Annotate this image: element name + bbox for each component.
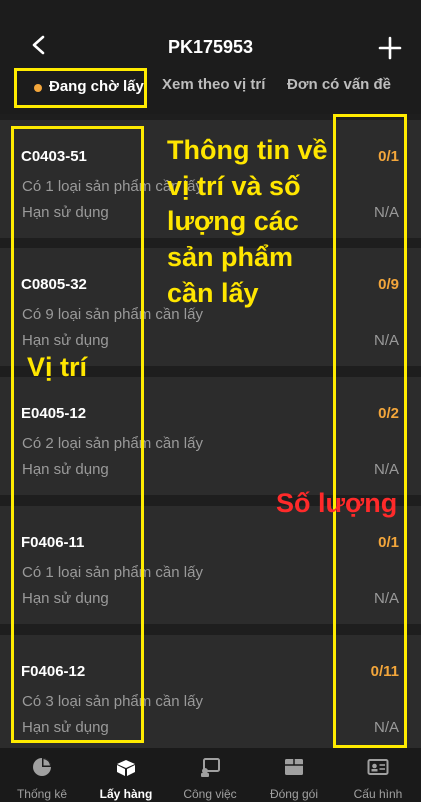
tab-problem-orders[interactable]: Đơn có vấn đề — [287, 76, 391, 93]
task-icon — [201, 758, 220, 777]
nav-tasks[interactable]: Công việc — [168, 748, 252, 802]
tab-pending-label: Đang chờ lấy — [49, 78, 144, 95]
bottom-nav: Thống kê Lấy hàng Công việc Đóng gói Cấu… — [0, 748, 421, 802]
app-header: PK175953 — [0, 0, 421, 68]
nav-statistics[interactable]: Thống kê — [0, 748, 84, 802]
active-dot-icon — [34, 84, 42, 92]
page-title: PK175953 — [167, 37, 254, 57]
nav-settings[interactable]: Cấu hình — [336, 748, 420, 802]
add-icon[interactable] — [378, 36, 402, 60]
nav-packing[interactable]: Đóng gói — [252, 748, 336, 802]
nav-picking[interactable]: Lấy hàng — [84, 748, 168, 802]
nav-label: Đóng gói — [269, 787, 319, 801]
package-icon — [285, 759, 303, 775]
tab-pending[interactable]: Đang chờ lấy — [14, 68, 147, 108]
pie-chart-icon — [33, 758, 51, 776]
tab-by-location[interactable]: Xem theo vị trí — [162, 76, 265, 93]
nav-label: Công việc — [183, 787, 237, 801]
nav-label: Thống kê — [16, 787, 68, 801]
annotation-info: Thông tin về vị trí và số lượng các sản … — [167, 135, 328, 308]
nav-label: Cấu hình — [353, 787, 403, 801]
annotation-location: Vị trí — [27, 352, 88, 382]
quantity-highlight-box — [333, 114, 407, 748]
boxes-icon — [117, 760, 135, 776]
annotation-quantity: Số lượng — [276, 488, 398, 518]
id-card-icon — [367, 759, 389, 775]
nav-label: Lấy hàng — [99, 787, 153, 801]
tab-bar: Đang chờ lấy Xem theo vị trí Đơn có vấn … — [0, 68, 421, 114]
location-highlight-box — [11, 126, 144, 743]
